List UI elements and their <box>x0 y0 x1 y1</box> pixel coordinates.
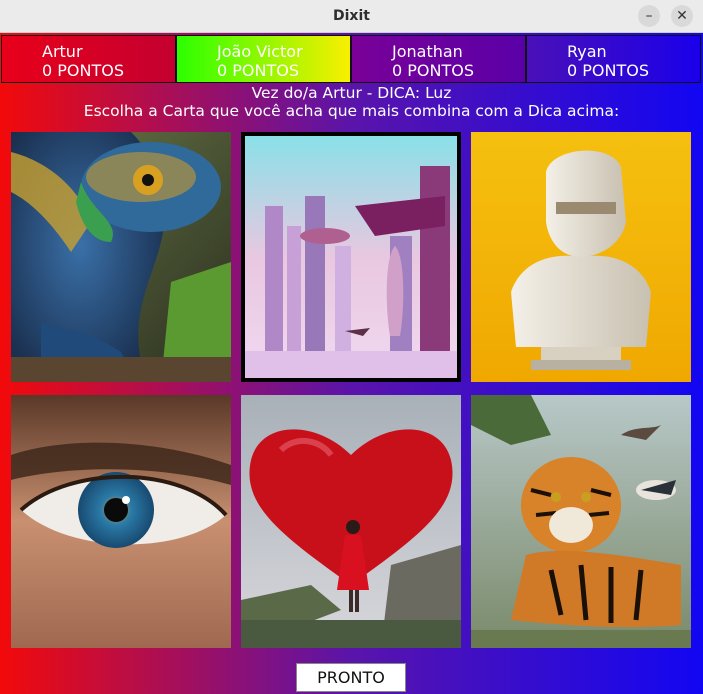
card-1[interactable] <box>11 132 231 382</box>
tiger-birds-card-icon <box>471 395 691 648</box>
card-5[interactable] <box>241 395 461 648</box>
futuristic-city-card-icon <box>245 136 457 378</box>
close-button[interactable]: ✕ <box>671 5 693 27</box>
red-heart-girl-card-icon <box>241 395 461 648</box>
card-4[interactable] <box>11 395 231 648</box>
card-grid <box>0 33 703 694</box>
ready-button[interactable]: PRONTO <box>296 663 406 692</box>
window-title: Dixit <box>333 8 370 24</box>
card-2-selected[interactable] <box>241 132 461 382</box>
game-board: Artur 0 PONTOS João Victor 0 PONTOS Jona… <box>0 33 703 694</box>
minimize-button[interactable]: – <box>638 5 660 27</box>
app-window: Dixit – ✕ Artur 0 PONTOS João Victor 0 P… <box>0 0 703 694</box>
human-eye-card-icon <box>11 395 231 648</box>
card-3[interactable] <box>471 132 691 382</box>
title-bar: Dixit – ✕ <box>0 0 703 33</box>
card-6[interactable] <box>471 395 691 648</box>
robot-bust-card-icon <box>471 132 691 382</box>
iguana-card-icon <box>11 132 231 382</box>
